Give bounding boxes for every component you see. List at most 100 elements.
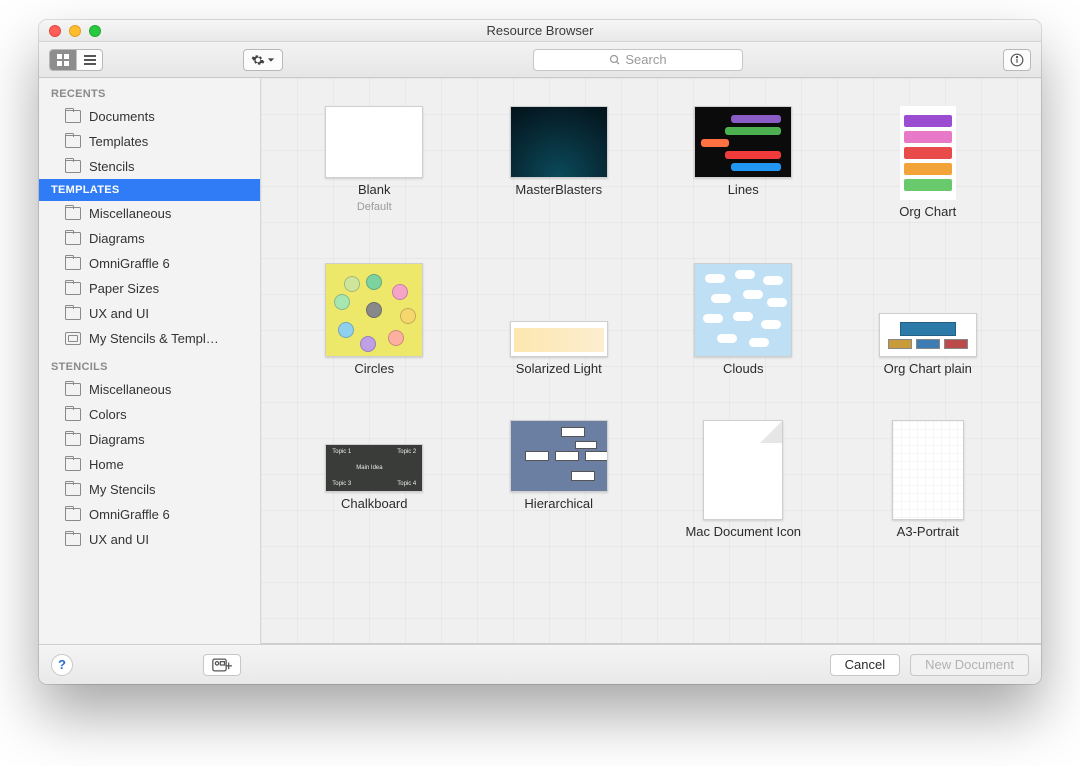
template-thumbnail	[325, 106, 423, 178]
template-mac-document-icon[interactable]: Mac Document Icon	[666, 420, 821, 539]
titlebar: Resource Browser	[39, 20, 1041, 42]
template-label: Lines	[728, 182, 759, 197]
sidebar-item-misc-stencils[interactable]: Miscellaneous	[39, 377, 260, 402]
template-thumbnail	[510, 106, 608, 178]
template-a3-portrait[interactable]: A3-Portrait	[851, 420, 1006, 539]
folder-icon	[65, 135, 81, 148]
folder-icon	[65, 483, 81, 496]
template-thumbnail	[694, 106, 792, 178]
sidebar-item-label: Miscellaneous	[89, 382, 171, 397]
body: RECENTS Documents Templates Stencils TEM…	[39, 78, 1041, 644]
sidebar-item-documents[interactable]: Documents	[39, 104, 260, 129]
sidebar-item-label: Miscellaneous	[89, 206, 171, 221]
template-org-chart-plain[interactable]: Org Chart plain	[851, 263, 1006, 376]
template-masterblasters[interactable]: MasterBlasters	[482, 106, 637, 219]
template-label: Solarized Light	[516, 361, 602, 376]
template-hierarchical[interactable]: Hierarchical	[482, 420, 637, 539]
template-label: Circles	[354, 361, 394, 376]
template-label: Clouds	[723, 361, 763, 376]
sidebar-item-label: Home	[89, 457, 124, 472]
sidebar-item-colors[interactable]: Colors	[39, 402, 260, 427]
sidebar-item-ux-ui-stencils[interactable]: UX and UI	[39, 527, 260, 552]
stencil-icon	[65, 332, 81, 345]
folder-icon	[65, 110, 81, 123]
sidebar-item-misc-templates[interactable]: Miscellaneous	[39, 201, 260, 226]
template-label: Hierarchical	[524, 496, 593, 511]
sidebar-item-my-stencils-templates[interactable]: My Stencils & Templ…	[39, 326, 260, 351]
info-icon	[1010, 53, 1024, 67]
template-chalkboard[interactable]: Topic 1 Topic 2 Main Idea Topic 3 Topic …	[297, 420, 452, 539]
sidebar-section-stencils[interactable]: STENCILS	[39, 351, 260, 377]
sidebar-item-my-stencils[interactable]: My Stencils	[39, 477, 260, 502]
template-thumbnail	[510, 321, 608, 357]
window-title: Resource Browser	[39, 23, 1041, 38]
sidebar-item-label: Diagrams	[89, 231, 145, 246]
resource-browser-window: Resource Browser Search	[39, 20, 1041, 684]
help-button[interactable]: ?	[51, 654, 73, 676]
template-sublabel: Default	[357, 201, 392, 213]
sidebar-item-templates-recent[interactable]: Templates	[39, 129, 260, 154]
template-label: A3-Portrait	[897, 524, 959, 539]
grid-view-button[interactable]	[50, 50, 76, 70]
template-thumbnail	[703, 420, 783, 520]
sidebar-item-home[interactable]: Home	[39, 452, 260, 477]
sidebar-item-label: UX and UI	[89, 306, 149, 321]
template-circles[interactable]: Circles	[297, 263, 452, 376]
folder-icon	[65, 282, 81, 295]
template-thumbnail	[510, 420, 608, 492]
list-view-button[interactable]	[76, 50, 102, 70]
sidebar-item-label: My Stencils & Templ…	[89, 331, 219, 346]
sidebar-item-label: Diagrams	[89, 432, 145, 447]
template-lines[interactable]: Lines	[666, 106, 821, 219]
template-label: Mac Document Icon	[685, 524, 801, 539]
template-thumbnail	[879, 313, 977, 357]
sidebar-item-label: UX and UI	[89, 532, 149, 547]
sidebar-item-label: OmniGraffle 6	[89, 507, 170, 522]
sidebar-item-diagrams-stencils[interactable]: Diagrams	[39, 427, 260, 452]
folder-icon	[65, 207, 81, 220]
template-label: Org Chart	[899, 204, 956, 219]
template-clouds[interactable]: Clouds	[666, 263, 821, 376]
sidebar-item-paper-sizes[interactable]: Paper Sizes	[39, 276, 260, 301]
sidebar-item-stencils-recent[interactable]: Stencils	[39, 154, 260, 179]
template-org-chart[interactable]: Org Chart	[851, 106, 1006, 219]
sidebar-item-diagrams-templates[interactable]: Diagrams	[39, 226, 260, 251]
help-icon: ?	[58, 657, 66, 672]
sidebar-item-label: Stencils	[89, 159, 135, 174]
folder-icon	[65, 533, 81, 546]
sidebar-item-label: OmniGraffle 6	[89, 256, 170, 271]
template-thumbnail	[694, 263, 792, 357]
sidebar-item-omnigraffle6-templates[interactable]: OmniGraffle 6	[39, 251, 260, 276]
info-button[interactable]	[1003, 49, 1031, 71]
folder-icon	[65, 408, 81, 421]
sidebar-section-templates[interactable]: TEMPLATES	[39, 179, 260, 201]
folder-icon	[65, 307, 81, 320]
template-grid: Blank Default MasterBlasters Lines	[261, 78, 1041, 644]
cancel-button[interactable]: Cancel	[830, 654, 900, 676]
action-menu-button[interactable]	[243, 49, 283, 71]
folder-icon	[65, 257, 81, 270]
stencil-plus-icon	[212, 658, 232, 672]
folder-icon	[65, 160, 81, 173]
template-label: MasterBlasters	[515, 182, 602, 197]
add-stencil-button[interactable]	[203, 654, 241, 676]
template-label: Blank	[358, 182, 391, 197]
template-blank[interactable]: Blank Default	[297, 106, 452, 219]
template-thumbnail	[892, 420, 964, 520]
sidebar-item-ux-ui-templates[interactable]: UX and UI	[39, 301, 260, 326]
template-label: Org Chart plain	[884, 361, 972, 376]
search-field[interactable]: Search	[533, 49, 743, 71]
template-label: Chalkboard	[341, 496, 408, 511]
sidebar-item-omnigraffle6-stencils[interactable]: OmniGraffle 6	[39, 502, 260, 527]
folder-icon	[65, 458, 81, 471]
search-icon	[609, 54, 621, 66]
sidebar-section-recents[interactable]: RECENTS	[39, 78, 260, 104]
template-solarized-light[interactable]: Solarized Light	[482, 263, 637, 376]
chevron-down-icon	[267, 56, 275, 64]
folder-icon	[65, 508, 81, 521]
template-thumbnail: Topic 1 Topic 2 Main Idea Topic 3 Topic …	[325, 444, 423, 492]
footer: ? Cancel New Document	[39, 644, 1041, 684]
sidebar-item-label: Colors	[89, 407, 127, 422]
new-document-button[interactable]: New Document	[910, 654, 1029, 676]
sidebar-item-label: Paper Sizes	[89, 281, 159, 296]
